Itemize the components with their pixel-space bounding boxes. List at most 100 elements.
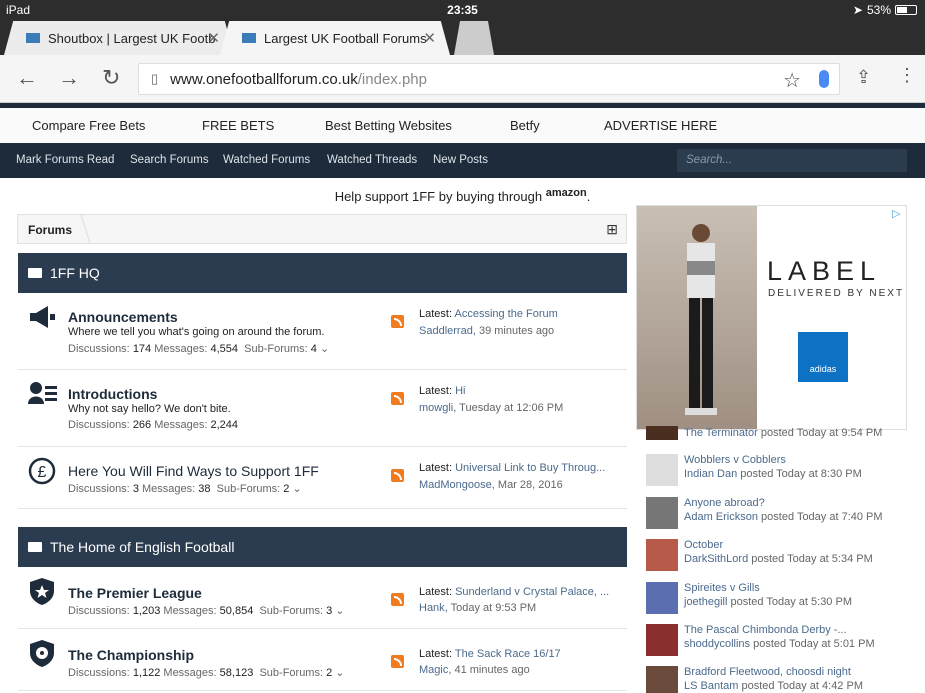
latest-post: Latest: Hi xyxy=(419,385,466,397)
forum-title[interactable]: Here You Will Find Ways to Support 1FF xyxy=(68,463,319,479)
tab-label: Shoutbox | Largest UK Footb xyxy=(48,30,216,46)
address-bar[interactable]: ▯ www.onefootballforum.co.uk/index.php ☆ xyxy=(138,63,840,95)
sitemap-icon[interactable]: ⊞ xyxy=(606,221,618,238)
avatar xyxy=(646,426,678,440)
amazon-logo: amazon xyxy=(545,187,587,199)
forum-stats: Discussions: 3 Messages: 38 Sub-Forums: … xyxy=(68,483,302,495)
latest-by: Saddlerrad, 39 minutes ago xyxy=(419,325,555,337)
latest-by: mowgli, Tuesday at 12:06 PM xyxy=(419,402,564,414)
forum-title[interactable]: Announcements xyxy=(68,309,178,325)
adidas-logo: adidas xyxy=(798,332,848,382)
ad-photo xyxy=(637,206,757,429)
location-icon: ➤ xyxy=(852,3,863,17)
browser-toolbar: ← → ↻ ▯ www.onefootballforum.co.uk/index… xyxy=(0,55,925,103)
web-page: Compare Free Bets FREE BETS Best Betting… xyxy=(0,103,925,693)
forum-node-premier-league[interactable]: The Premier League Discussions: 1,203 Me… xyxy=(18,567,627,629)
forum-description: Why not say hello? We don't bite. xyxy=(68,403,231,415)
forum-stats: Discussions: 266 Messages: 2,244 xyxy=(68,419,239,431)
model-figure xyxy=(685,224,717,415)
tab-shoutbox[interactable]: Shoutbox | Largest UK Footb ✕ xyxy=(4,21,234,55)
avatar xyxy=(646,624,678,656)
url-host: www.onefootballforum.co.uk xyxy=(170,70,358,88)
link-free-bets[interactable]: FREE BETS xyxy=(202,118,274,133)
advertisement[interactable]: LABEL DELIVERED BY NEXT adidas ▷ xyxy=(636,205,907,430)
avatar xyxy=(646,497,678,529)
url-path: /index.php xyxy=(357,70,427,88)
link-betfy[interactable]: Betfy xyxy=(510,118,540,133)
page-icon: ▯ xyxy=(151,71,159,86)
nav-search-forums[interactable]: Search Forums xyxy=(130,154,209,166)
adchoices-icon[interactable]: ▷ xyxy=(892,207,904,220)
rss-icon[interactable] xyxy=(391,392,404,405)
category-header[interactable]: 1FF HQ xyxy=(18,253,627,293)
status-bar: iPad 23:35 ➤ 53% xyxy=(0,0,925,19)
rss-icon[interactable] xyxy=(391,469,404,482)
activity-item[interactable]: October DarkSithLord posted Today at 5:3… xyxy=(646,539,916,579)
activity-item[interactable]: The Pascal Chimbonda Derby -... shoddyco… xyxy=(646,624,916,664)
battery-percent: 53% xyxy=(866,3,891,17)
battery-status: ➤ 53% xyxy=(853,3,917,17)
forum-title[interactable]: The Premier League xyxy=(68,585,202,601)
battery-icon xyxy=(895,5,917,15)
svg-text:£: £ xyxy=(38,464,47,481)
reload-icon[interactable]: ↻ xyxy=(102,65,120,91)
search-input[interactable]: Search... xyxy=(677,149,907,172)
forum-title[interactable]: The Championship xyxy=(68,647,194,663)
nav-new-posts[interactable]: New Posts xyxy=(433,154,488,166)
microphone-icon[interactable] xyxy=(819,70,829,88)
tab-label: Largest UK Football Forums xyxy=(264,30,427,46)
activity-item[interactable]: Spireites v Gills joethegill posted Toda… xyxy=(646,582,916,622)
activity-item[interactable]: The Terminator posted Today at 9:54 PM xyxy=(646,426,916,442)
link-best-betting[interactable]: Best Betting Websites xyxy=(325,118,452,133)
tab-forums[interactable]: Largest UK Football Forums ✕ xyxy=(220,21,450,55)
share-icon[interactable]: ⇪ xyxy=(856,67,871,88)
avatar xyxy=(646,454,678,486)
forum-node-support[interactable]: £ Here You Will Find Ways to Support 1FF… xyxy=(18,447,627,509)
ad-subtitle: DELIVERED BY NEXT xyxy=(768,288,905,299)
rss-icon[interactable] xyxy=(391,655,404,668)
back-icon[interactable]: ← xyxy=(16,65,38,91)
new-tab-button[interactable] xyxy=(454,21,494,55)
forum-node-introductions[interactable]: Introductions Why not say hello? We don'… xyxy=(18,370,627,447)
nav-watched-forums[interactable]: Watched Forums xyxy=(223,154,310,166)
rss-icon[interactable] xyxy=(391,315,404,328)
category-title: 1FF HQ xyxy=(50,265,100,281)
latest-post: Latest: Accessing the Forum xyxy=(419,308,558,320)
bookmark-star-icon[interactable]: ☆ xyxy=(783,68,801,93)
menu-icon[interactable]: ⋮ xyxy=(898,65,916,86)
nav-mark-read[interactable]: Mark Forums Read xyxy=(16,154,114,166)
category-header[interactable]: The Home of English Football xyxy=(18,527,627,567)
support-banner[interactable]: Help support 1FF by buying through amazo… xyxy=(0,187,925,204)
forum-node-announcements[interactable]: Announcements Where we tell you what's g… xyxy=(18,293,627,370)
close-icon[interactable]: ✕ xyxy=(423,29,436,47)
folder-icon xyxy=(28,542,42,552)
forum-node-championship[interactable]: The Championship Discussions: 1,122 Mess… xyxy=(18,629,627,691)
favicon-icon xyxy=(26,33,40,43)
sponsor-bar: Compare Free Bets FREE BETS Best Betting… xyxy=(0,108,925,144)
activity-item[interactable]: Bradford Fleetwood, choosdi night LS Ban… xyxy=(646,666,916,693)
nav-watched-threads[interactable]: Watched Threads xyxy=(327,154,417,166)
breadcrumb-forums[interactable]: Forums xyxy=(28,223,72,237)
activity-item[interactable]: Wobblers v Cobblers Indian Dan posted To… xyxy=(646,454,916,494)
rss-icon[interactable] xyxy=(391,593,404,606)
latest-post: Latest: Sunderland v Crystal Palace, ... xyxy=(419,586,610,598)
latest-by: MadMongoose, Mar 28, 2016 xyxy=(419,479,563,491)
avatar xyxy=(646,582,678,614)
avatar xyxy=(646,666,678,693)
folder-icon xyxy=(28,268,42,278)
forum-nav: Mark Forums Read Search Forums Watched F… xyxy=(0,143,925,178)
favicon-icon xyxy=(242,33,256,43)
category-title: The Home of English Football xyxy=(50,539,235,555)
breadcrumb-separator xyxy=(73,215,91,243)
avatar xyxy=(646,539,678,571)
link-compare-free-bets[interactable]: Compare Free Bets xyxy=(32,118,145,133)
pound-coin-icon: £ xyxy=(28,457,56,485)
forward-icon[interactable]: → xyxy=(58,65,80,91)
user-card-icon xyxy=(28,382,57,404)
activity-item[interactable]: Anyone abroad? Adam Erickson posted Toda… xyxy=(646,497,916,537)
latest-by: Hank, Today at 9:53 PM xyxy=(419,602,537,614)
forum-title[interactable]: Introductions xyxy=(68,386,157,402)
close-icon[interactable]: ✕ xyxy=(207,29,220,47)
support-suffix: . xyxy=(586,189,591,204)
link-advertise[interactable]: ADVERTISE HERE xyxy=(604,118,717,133)
